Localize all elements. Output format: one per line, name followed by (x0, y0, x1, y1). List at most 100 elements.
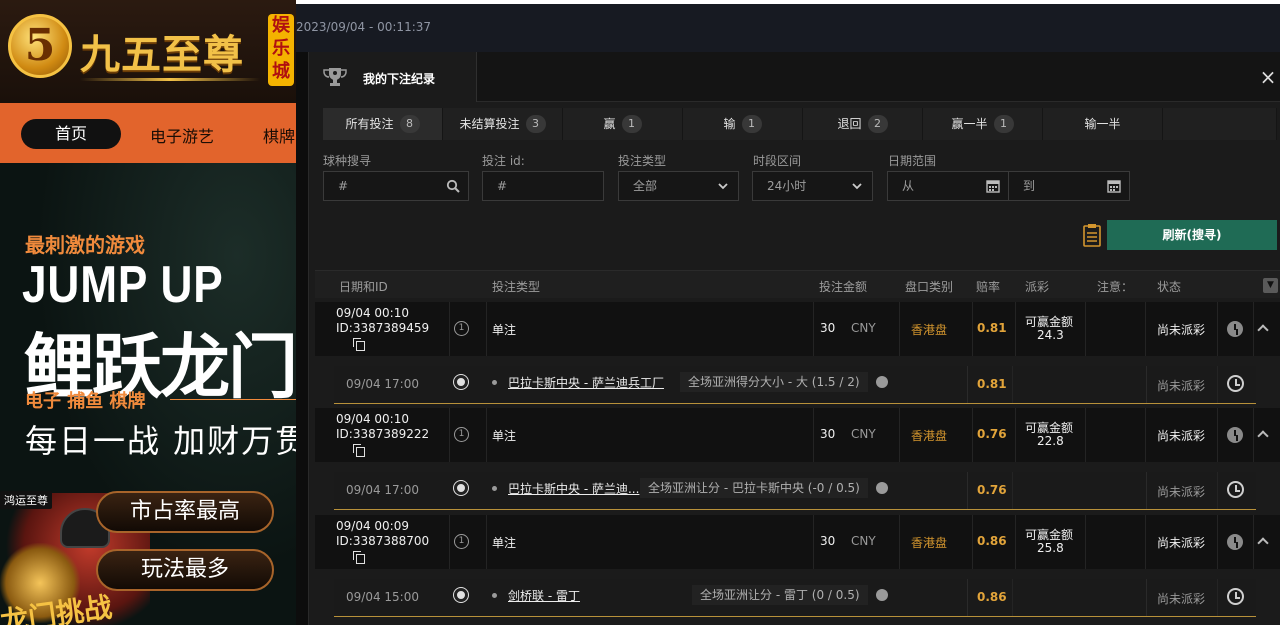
bet-odds: 0.81 (977, 321, 1007, 335)
cell-type (487, 302, 814, 356)
person-icon (876, 482, 888, 494)
date-from-input[interactable]: 从 (887, 171, 1009, 201)
date-to-input[interactable]: 到 (1008, 171, 1130, 201)
bullet (492, 593, 497, 598)
calendar-icon[interactable] (1107, 179, 1121, 193)
bet-type: 单注 (492, 429, 517, 443)
bet-currency: CNY (851, 321, 876, 335)
tab-1[interactable]: 未结算投注 3 (443, 108, 563, 140)
copy-icon[interactable] (353, 444, 365, 457)
clipboard-icon[interactable] (1083, 223, 1101, 247)
period-value: 24小时 (767, 179, 807, 193)
refresh-search-button[interactable]: 刷新(搜寻) (1107, 220, 1277, 250)
bet-id[interactable]: ID:3387389222 (336, 427, 429, 441)
table-header: 日期和ID 投注类型 投注金额 盘口类别 赔率 派彩 注意： 状态 ▼ (315, 270, 1280, 298)
soccer-ball-icon (454, 481, 468, 495)
bet-status: 尚未派彩 (1157, 323, 1206, 337)
info-icon[interactable]: 1 (454, 534, 469, 549)
modal-header: 我的下注纪录 × (309, 52, 1280, 102)
expand-all-toggle[interactable]: ▼ (1263, 278, 1278, 293)
person-icon (876, 376, 888, 388)
bet-odds: 0.86 (977, 534, 1007, 548)
leg-market: 全场亚洲让分 - 巴拉卡斯中央 (-0 / 0.5) (640, 478, 868, 498)
bet-date: 09/04 00:10 (336, 306, 409, 320)
cell-type (487, 408, 814, 462)
col-status: 状态 (1157, 280, 1182, 294)
bet-id[interactable]: ID:3387389459 (336, 321, 429, 335)
col-odds-type: 盘口类别 (905, 280, 954, 294)
period-select[interactable]: 24小时 (752, 171, 873, 201)
bet-row[interactable]: 09/04 00:10 ID:3387389459 1 单注 30 CNY 香港盘 0.81 可… (315, 302, 1280, 356)
modal-title: 我的下注纪录 (363, 72, 436, 86)
tab-count-badge: 1 (993, 115, 1014, 133)
chevron-up-icon[interactable] (1257, 430, 1269, 442)
sport-search-label: 球种搜寻 (323, 154, 372, 168)
banner-pill-most-games[interactable]: 玩法最多 (96, 549, 274, 591)
tab-6[interactable]: 输一半 (1043, 108, 1163, 140)
payout-value: 24.3 (1037, 328, 1064, 342)
clock-icon[interactable] (1227, 375, 1244, 392)
logo-badge: 娱乐城 (268, 14, 294, 86)
tab-4[interactable]: 退回 2 (803, 108, 923, 140)
modal-title-tab[interactable]: 我的下注纪录 (309, 52, 477, 102)
bet-status: 尚未派彩 (1157, 429, 1206, 443)
chevron-down-icon (718, 183, 728, 190)
promo-banner[interactable]: 最刺激的游戏 JUMP UP 鲤跃龙门 电子 捕鱼 棋牌 每日一战 加财万贯 鸿… (0, 163, 296, 625)
search-icon[interactable] (446, 179, 460, 193)
tab-0[interactable]: 所有投注 8 (323, 108, 443, 140)
bet-stake: 30 (820, 321, 836, 335)
bet-id-label: 投注 id: (482, 154, 525, 168)
nav-home[interactable]: 首页 (21, 119, 121, 149)
clock-icon[interactable] (1227, 534, 1243, 550)
copy-icon[interactable] (353, 551, 365, 564)
bet-type-select[interactable]: 全部 (618, 171, 739, 201)
bet-odds: 0.76 (977, 427, 1007, 441)
clock-icon[interactable] (1227, 427, 1243, 443)
info-icon[interactable]: 1 (454, 321, 469, 336)
col-note: 注意： (1097, 280, 1134, 294)
tab-label: 所有投注 (345, 117, 394, 131)
banner-pill-market-share[interactable]: 市占率最高 (96, 491, 274, 533)
bet-leg-row: 09/04 15:00 剑桥联 - 雷丁 全场亚洲让分 - 雷丁 (0 / 0.5)… (334, 579, 1256, 617)
bet-id-input[interactable]: # (482, 171, 604, 201)
clock-icon[interactable] (1227, 481, 1244, 498)
clock-icon[interactable] (1227, 321, 1243, 337)
cell-type (487, 515, 814, 569)
copy-icon[interactable] (353, 338, 365, 351)
nav-egame[interactable]: 电子游艺 (150, 123, 214, 147)
clock-icon[interactable] (1227, 588, 1244, 605)
leg-market: 全场亚洲得分大小 - 大 (1.5 / 2) (680, 372, 868, 392)
logo-mark: 5 (8, 14, 72, 78)
chevron-up-icon[interactable] (1257, 537, 1269, 549)
top-bar: 2023/09/04 - 00:11:37 (296, 0, 1280, 52)
bet-id[interactable]: ID:3387388700 (336, 534, 429, 548)
payout-value: 22.8 (1037, 434, 1064, 448)
sport-search-input[interactable]: # (323, 171, 469, 201)
tab-2[interactable]: 赢1 (563, 108, 683, 140)
bet-leg-row: 09/04 17:00 巴拉卡斯中央 - 萨兰迪兵工厂 全场亚洲得分大小 - 大 (… (334, 366, 1256, 404)
current-datetime: 2023/09/04 - 00:11:37 (296, 20, 432, 34)
close-icon[interactable]: × (1257, 66, 1279, 88)
leg-match[interactable]: 巴拉卡斯中央 - 萨兰迪... (508, 480, 639, 497)
nav-chess[interactable]: 棋牌 (263, 123, 295, 147)
cell-note (1086, 302, 1146, 356)
bet-row[interactable]: 09/04 00:09 ID:3387388700 1 单注 30 CNY 香港盘 0.86 可… (315, 515, 1280, 569)
chevron-up-icon[interactable] (1257, 324, 1269, 336)
calendar-icon[interactable] (986, 179, 1000, 193)
tab-filler (1163, 108, 1277, 140)
cell-note (1086, 408, 1146, 462)
leg-match[interactable]: 巴拉卡斯中央 - 萨兰迪兵工厂 (508, 374, 664, 391)
bet-row[interactable]: 09/04 00:10 ID:3387389222 1 单注 30 CNY 香港盘 0.76 可… (315, 408, 1280, 462)
leg-match[interactable]: 剑桥联 - 雷丁 (508, 587, 580, 604)
banner-headline: JUMP UP (22, 256, 224, 314)
tab-3[interactable]: 输1 (683, 108, 803, 140)
tab-count-badge: 1 (741, 115, 762, 133)
bet-currency: CNY (851, 427, 876, 441)
soccer-ball-icon (454, 375, 468, 389)
info-icon[interactable]: 1 (454, 427, 469, 442)
tab-label: 赢 (603, 117, 616, 131)
screen: 5 九五至尊 娱乐城 首页 电子游艺 棋牌 最刺激的游戏 JUMP UP 鲤跃龙… (0, 0, 1280, 625)
tab-label: 退回 (837, 117, 862, 131)
tab-5[interactable]: 赢一半 1 (923, 108, 1043, 140)
bet-stake: 30 (820, 427, 836, 441)
